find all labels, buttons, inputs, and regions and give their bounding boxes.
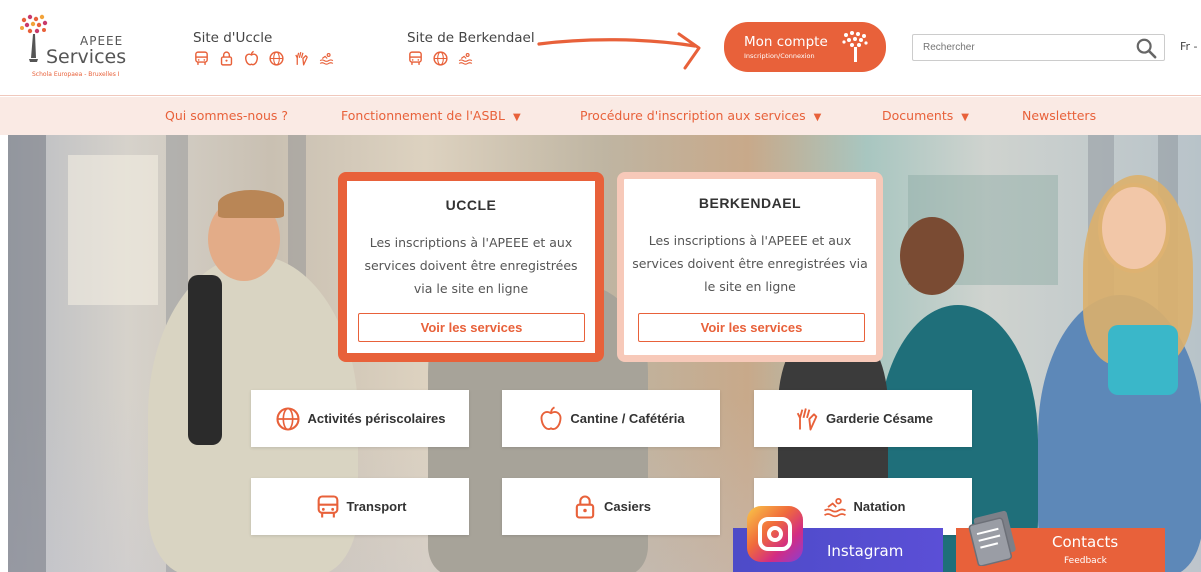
globe-icon — [276, 406, 301, 431]
service-daycare[interactable]: Garderie Césame — [754, 390, 972, 447]
site-uccle[interactable]: Site d'Uccle — [193, 30, 335, 67]
hand-icon[interactable] — [293, 50, 310, 67]
card-uccle: UCCLE Les inscriptions à l'APEEE et aux … — [338, 172, 604, 362]
my-account-button[interactable]: Mon compte Inscription/Connexion — [724, 22, 886, 72]
account-title: Mon compte — [744, 34, 828, 50]
caret-down-icon: ▼ — [961, 112, 969, 123]
nav-label: Newsletters — [1022, 108, 1097, 123]
service-label: Activités périscolaires — [307, 411, 446, 426]
caret-down-icon: ▼ — [512, 112, 521, 123]
search-icon[interactable] — [1135, 37, 1157, 59]
site-header: APEEE Services Schola Europaea - Bruxell… — [0, 0, 1201, 96]
card-berkendael: BERKENDAEL Les inscriptions à l'APEEE et… — [617, 172, 883, 362]
uccle-services-button[interactable]: Voir les services — [358, 313, 585, 342]
nav-label: Qui sommes-nous ? — [165, 108, 289, 123]
instagram-button[interactable]: Instagram — [733, 506, 943, 572]
service-label: Cantine / Cafétéria — [570, 411, 685, 426]
account-subtitle: Inscription/Connexion — [744, 52, 815, 60]
nav-label: Fonctionnement de l'ASBL — [341, 108, 505, 123]
bus-icon[interactable] — [407, 50, 424, 67]
service-label: Casiers — [604, 499, 651, 514]
annotation-arrow-icon — [537, 32, 701, 70]
site-uccle-title: Site d'Uccle — [193, 30, 273, 46]
contacts-title: Contacts — [1052, 533, 1119, 551]
nav-label: Documents — [882, 108, 954, 123]
contacts-button[interactable]: Contacts Feedback — [956, 510, 1165, 572]
nav-item-newsletters[interactable]: Newsletters — [1022, 108, 1096, 123]
site-berkendael-icons — [407, 50, 535, 67]
main-navigation: Qui sommes-nous ? Fonctionnement de l'AS… — [0, 97, 1201, 135]
site-berkendael-title: Site de Berkendael — [407, 30, 535, 46]
service-label: Natation — [853, 499, 906, 514]
card-uccle-title: UCCLE — [445, 197, 497, 213]
search-input[interactable] — [913, 35, 1123, 60]
site-berkendael[interactable]: Site de Berkendael — [407, 30, 535, 67]
language-selector[interactable]: Fr - — [1180, 40, 1198, 53]
card-berkendael-text: Les inscriptions à l'APEEE et aux servic… — [632, 233, 868, 294]
berkendael-services-button[interactable]: Voir les services — [638, 313, 865, 342]
nav-item-about[interactable]: Qui sommes-nous ? — [165, 108, 288, 123]
contacts-card-icon — [968, 510, 1016, 566]
contacts-subtitle: Feedback — [1064, 556, 1107, 566]
card-berkendael-title: BERKENDAEL — [698, 195, 802, 211]
service-transport[interactable]: Transport — [251, 478, 469, 535]
service-canteen[interactable]: Cantine / Cafétéria — [502, 390, 720, 447]
apple-icon[interactable] — [243, 50, 260, 67]
apeee-logo[interactable]: APEEE Services Schola Europaea - Bruxell… — [18, 14, 138, 80]
brand-name: Services — [46, 46, 127, 68]
bus-icon[interactable] — [193, 50, 210, 67]
service-activities[interactable]: Activités périscolaires — [251, 390, 469, 447]
nav-label: Procédure d'inscription aux services — [580, 108, 806, 123]
nav-item-asbl[interactable]: Fonctionnement de l'ASBL ▼ — [341, 108, 521, 123]
nav-item-documents[interactable]: Documents ▼ — [882, 108, 969, 123]
apple-icon — [540, 405, 562, 430]
tree-icon — [842, 31, 868, 62]
service-lockers[interactable]: Casiers — [502, 478, 720, 535]
caret-down-icon: ▼ — [813, 112, 822, 123]
hand-icon — [796, 407, 818, 430]
swimming-icon[interactable] — [457, 50, 474, 67]
swimming-icon[interactable] — [318, 50, 335, 67]
site-uccle-icons — [193, 50, 335, 67]
swimming-icon — [823, 497, 846, 517]
search-box — [912, 34, 1165, 61]
instagram-label: Instagram — [827, 542, 904, 560]
locker-icon — [575, 495, 595, 519]
service-label: Transport — [346, 499, 407, 514]
brand-subtitle: Schola Europaea - Bruxelles I — [32, 71, 120, 78]
service-label: Garderie Césame — [826, 411, 933, 426]
globe-icon[interactable] — [268, 50, 285, 67]
globe-icon[interactable] — [432, 50, 449, 67]
instagram-icon — [747, 506, 803, 562]
locker-icon[interactable] — [218, 50, 235, 67]
card-uccle-text: Les inscriptions à l'APEEE et aux servic… — [364, 235, 578, 296]
bus-icon — [317, 494, 338, 517]
nav-item-procedure[interactable]: Procédure d'inscription aux services ▼ — [580, 108, 821, 123]
